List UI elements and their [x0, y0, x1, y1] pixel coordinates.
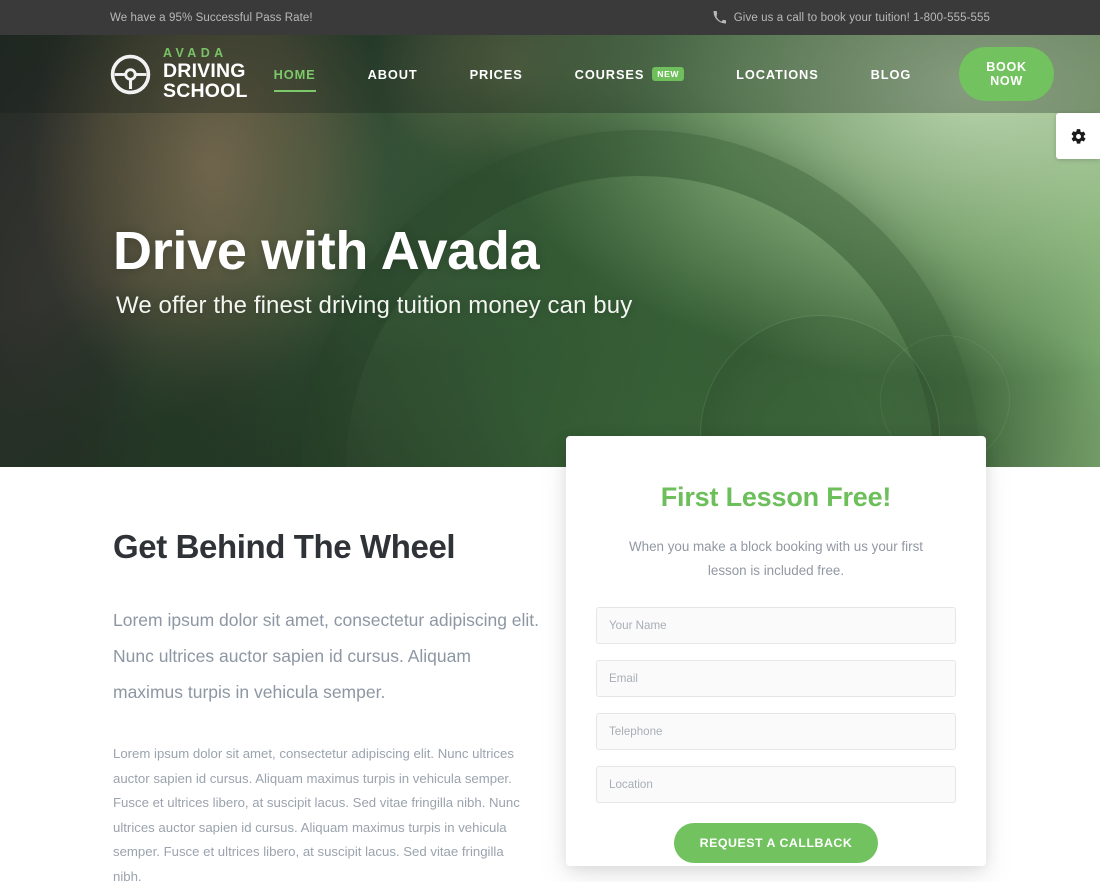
settings-tab[interactable]: [1056, 113, 1100, 159]
nav-item-home[interactable]: HOME: [248, 59, 342, 92]
steering-wheel-icon: [110, 54, 151, 95]
intro-column: Get Behind The Wheel Lorem ipsum dolor s…: [113, 528, 543, 882]
lesson-form-card: First Lesson Free! When you make a block…: [566, 436, 986, 866]
telephone-input[interactable]: [596, 713, 956, 750]
form-card-title: First Lesson Free!: [660, 482, 892, 512]
top-bar-contact: Give us a call to book your tuition! 1-8…: [713, 11, 990, 24]
phone-text: Give us a call to book your tuition! 1-8…: [733, 11, 990, 24]
email-input[interactable]: [596, 660, 956, 697]
nav-label: LOCATIONS: [736, 66, 819, 82]
gear-icon: [1070, 128, 1087, 145]
site-header: AVADA DRIVING SCHOOL HOME ABOUT PRICES C…: [0, 35, 1100, 113]
request-callback-button[interactable]: REQUEST A CALLBACK: [673, 823, 879, 863]
nav-item-about[interactable]: ABOUT: [342, 59, 444, 89]
nav-item-locations[interactable]: LOCATIONS: [710, 59, 845, 89]
nav-item-blog[interactable]: BLOG: [845, 59, 938, 89]
hero-title: Drive with Avada: [113, 221, 540, 281]
nav-label: PRICES: [469, 66, 523, 82]
callback-form: REQUEST A CALLBACK: [596, 607, 956, 863]
submit-row: REQUEST A CALLBACK: [596, 823, 956, 863]
nav-label: HOME: [273, 66, 316, 82]
book-now-button[interactable]: BOOK NOW: [959, 47, 1054, 101]
top-bar: We have a 95% Successful Pass Rate! Give…: [0, 0, 1100, 35]
location-input[interactable]: [596, 766, 956, 803]
logo[interactable]: AVADA DRIVING SCHOOL: [110, 47, 248, 102]
nav-item-prices[interactable]: PRICES: [444, 59, 549, 89]
section-title: Get Behind The Wheel: [113, 528, 456, 565]
nav-label: BLOG: [870, 66, 912, 82]
phone-icon: [713, 11, 726, 24]
logo-text: AVADA DRIVING SCHOOL: [163, 47, 248, 102]
intro-body-text: Lorem ipsum dolor sit amet, consectetur …: [113, 746, 520, 882]
logo-brand-subtitle: DRIVING SCHOOL: [163, 60, 248, 102]
pass-rate-text: We have a 95% Successful Pass Rate!: [110, 11, 313, 24]
nav-item-courses[interactable]: COURSES NEW: [549, 59, 710, 89]
your-name-input[interactable]: [596, 607, 956, 644]
new-badge: NEW: [652, 67, 685, 81]
hero-subtitle: We offer the finest driving tuition mone…: [116, 292, 633, 319]
intro-lead-text: Lorem ipsum dolor sit amet, consectetur …: [113, 610, 540, 702]
form-card-subtitle: When you make a block booking with us yo…: [629, 539, 923, 578]
nav-label: ABOUT: [367, 66, 418, 82]
main-navigation: HOME ABOUT PRICES COURSES NEW LOCATIONS …: [248, 47, 1054, 101]
nav-label: COURSES: [574, 66, 645, 82]
logo-brand-name: AVADA: [163, 45, 228, 60]
